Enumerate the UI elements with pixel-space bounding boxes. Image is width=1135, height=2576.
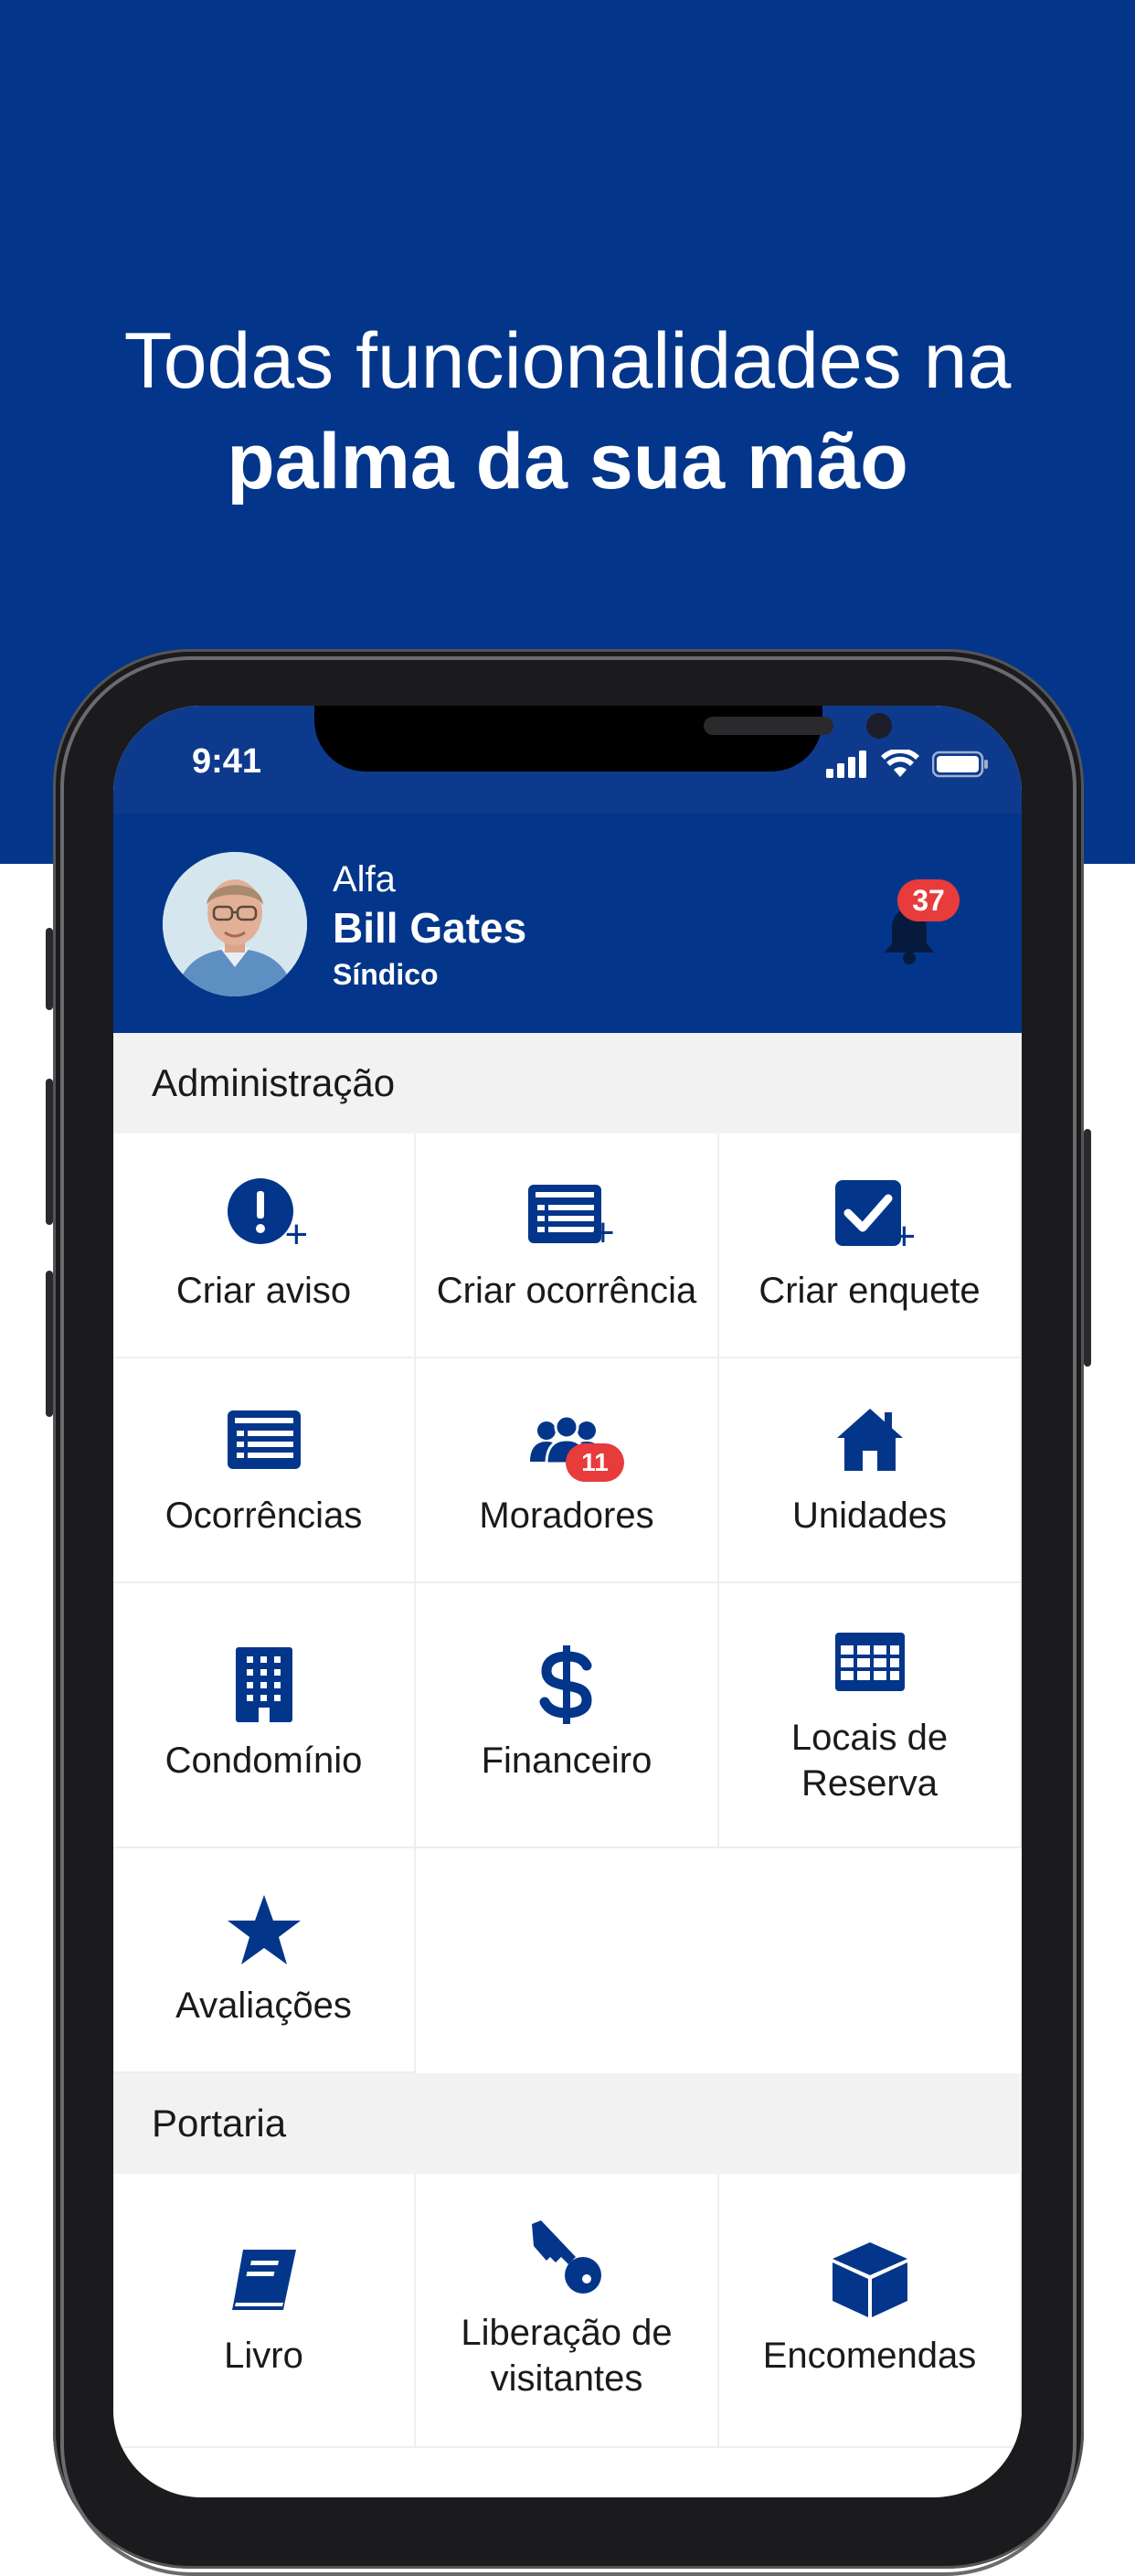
section-administracao: Administração: [113, 1033, 1022, 1134]
volume-down-button: [46, 1271, 53, 1417]
tile-label: Financeiro: [481, 1740, 652, 1781]
tile-criar-enquete[interactable]: + Criar enquete: [719, 1134, 1022, 1358]
tile-label: Criar ocorrência: [436, 1271, 697, 1311]
speaker: [704, 717, 833, 735]
front-camera: [866, 713, 892, 739]
tile-label: Criar aviso: [175, 1271, 352, 1311]
plus-icon: +: [892, 1214, 917, 1259]
calendar-grid-icon: [834, 1633, 905, 1691]
notification-badge: 37: [897, 879, 960, 921]
book-icon: [231, 2250, 296, 2310]
status-time: 9:41: [192, 742, 262, 781]
battery-icon: [932, 750, 988, 778]
wifi-icon: [881, 750, 919, 777]
user-name: Bill Gates: [333, 904, 527, 952]
tile-livro[interactable]: Livro: [113, 2174, 416, 2448]
key-icon: [532, 2220, 601, 2294]
tile-unidades[interactable]: Unidades: [719, 1358, 1022, 1583]
tile-locais-de-reserva[interactable]: Locais de Reserva: [719, 1583, 1022, 1848]
signal-icon: [826, 750, 866, 778]
tile-encomendas[interactable]: Encomendas: [719, 2174, 1022, 2448]
tile-liberacao-de-visitantes[interactable]: Liberação de visitantes: [416, 2174, 719, 2448]
tile-label: Locais de Reserva: [790, 1718, 949, 1804]
tile-criar-aviso[interactable]: + Criar aviso: [113, 1134, 416, 1358]
mute-switch: [46, 928, 53, 1010]
tile-ocorrencias[interactable]: Ocorrências: [113, 1358, 416, 1583]
tile-criar-ocorrencia[interactable]: + Criar ocorrência: [416, 1134, 719, 1358]
tile-label: Ocorrências: [164, 1496, 363, 1536]
volume-up-button: [46, 1079, 53, 1225]
box-icon: [832, 2242, 907, 2317]
tile-label: Unidades: [791, 1496, 947, 1536]
home-icon: [836, 1409, 903, 1471]
building-icon: [235, 1647, 292, 1722]
status-bar: 9:41: [113, 706, 1022, 814]
section-portaria: Portaria: [113, 2073, 1022, 2174]
tile-avaliacoes[interactable]: Avaliações: [113, 1848, 416, 2073]
profile-header: Alfa Bill Gates Síndico 37: [113, 814, 1022, 1033]
user-role: Síndico: [333, 958, 439, 991]
avatar[interactable]: [163, 852, 307, 996]
power-button: [1084, 1129, 1091, 1367]
tile-condominio[interactable]: Condomínio: [113, 1583, 416, 1848]
tile-label: Livro: [224, 2336, 303, 2376]
star-icon: [227, 1895, 301, 1964]
moradores-badge: 11: [566, 1443, 624, 1482]
notch: [314, 706, 892, 772]
dollar-icon: [539, 1645, 592, 1724]
headline-line1: Todas funcionalidades na: [123, 317, 1012, 405]
list-icon: [227, 1410, 301, 1469]
tile-moradores[interactable]: 11 Moradores: [416, 1358, 719, 1583]
tile-financeiro[interactable]: Financeiro: [416, 1583, 719, 1848]
tile-label: Liberação de visitantes: [461, 2313, 673, 2399]
headline: Todas funcionalidades na palma da sua mã…: [0, 311, 1135, 512]
plus-icon: +: [284, 1212, 309, 1257]
headline-line2: palma da sua mão: [227, 418, 908, 506]
tile-label: Avaliações: [175, 1985, 352, 2026]
avatar-portrait-icon: [163, 852, 307, 996]
tile-label: Condomínio: [164, 1740, 363, 1781]
phone-screen: 9:41 Alfa Bill Gates Síndico 37 Administ…: [113, 706, 1022, 2497]
plus-icon: +: [591, 1210, 615, 1255]
tile-label: Moradores: [479, 1496, 654, 1536]
tile-label: Encomendas: [762, 2336, 977, 2376]
org-name: Alfa: [333, 859, 396, 899]
tile-label: Criar enquete: [758, 1271, 981, 1311]
